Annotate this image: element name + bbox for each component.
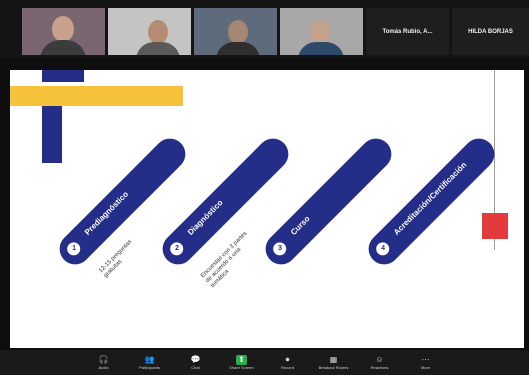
breakout-rooms-button[interactable]: ▦ Breakout Rooms: [314, 350, 354, 375]
participant-gallery: Tomás Rubio, A... HILDA BORJAS: [0, 0, 529, 58]
chat-label: Chat: [191, 364, 200, 370]
share-screen-icon: ⬆: [236, 354, 247, 365]
step-number-badge: 3: [267, 236, 292, 261]
step-label: Diagnóstico: [185, 198, 225, 237]
participant-name: HILDA BORJAS: [468, 28, 513, 35]
participant-name-tile-2[interactable]: HILDA BORJAS: [452, 8, 529, 55]
description-line: de acuerdo a una: [204, 246, 243, 285]
step-description-1: 12-15 preguntas gratuitas: [98, 239, 139, 280]
participant-face: [148, 20, 168, 44]
step-number: 1: [71, 245, 76, 253]
step-label: Acreditación/Certificación: [391, 160, 469, 237]
step-number-badge: 1: [61, 236, 86, 261]
participant-face: [310, 20, 330, 44]
more-icon: ⋯: [421, 354, 430, 364]
step-number: 2: [174, 245, 179, 253]
participants-button[interactable]: 👥 Participants: [130, 350, 170, 375]
participants-label: Participants: [139, 364, 160, 370]
step-number-badge: 2: [164, 236, 189, 261]
participant-video-3[interactable]: [194, 8, 277, 55]
participant-face: [228, 20, 248, 44]
chat-button[interactable]: 💬 Chat: [176, 350, 216, 375]
audio-label: Audio: [98, 364, 109, 370]
chat-icon: 💬: [190, 354, 201, 364]
decor-red-square: [482, 213, 508, 239]
record-label: Record: [281, 364, 294, 370]
audio-button[interactable]: 🎧 Audio: [84, 350, 124, 375]
reactions-label: Reactions: [370, 364, 389, 370]
step-label: Curso: [288, 214, 312, 237]
decor-navy-bar: [42, 70, 84, 82]
breakout-rooms-icon: ▦: [329, 354, 338, 364]
participant-name: Tomás Rubio, A...: [382, 28, 433, 35]
reactions-icon: ☺: [375, 354, 384, 364]
participant-name-tile-1[interactable]: Tomás Rubio, A...: [366, 8, 449, 55]
headphones-icon: 🎧: [98, 354, 109, 364]
record-button[interactable]: ⏺ Record: [268, 350, 308, 375]
share-screen-label: Share Screen: [229, 364, 254, 370]
step-number-badge: 4: [370, 236, 395, 261]
meeting-toolbar: 🎧 Audio 👥 Participants 💬 Chat ⬆ Share Sc…: [0, 350, 529, 375]
breakout-rooms-label: Breakout Rooms: [318, 364, 349, 370]
participants-icon: 👥: [144, 354, 155, 364]
participant-face: [52, 16, 74, 42]
participant-video-2[interactable]: [108, 8, 191, 55]
participant-video-4[interactable]: [280, 8, 363, 55]
record-icon: ⏺: [285, 354, 290, 364]
shared-slide: 1 Prediagnóstico 12-15 preguntas gratuit…: [10, 70, 524, 348]
step-number: 3: [277, 245, 282, 253]
step-number: 4: [380, 245, 385, 253]
share-screen-button[interactable]: ⬆ Share Screen: [222, 350, 262, 375]
more-button[interactable]: ⋯ More: [406, 350, 446, 375]
reactions-button[interactable]: ☺ Reactions: [360, 350, 400, 375]
decor-navy-column: [42, 106, 62, 163]
more-label: More: [420, 364, 431, 370]
decor-yellow-bar: [10, 86, 183, 106]
participant-video-1[interactable]: [22, 8, 105, 55]
step-label: Prediagnóstico: [82, 189, 131, 237]
